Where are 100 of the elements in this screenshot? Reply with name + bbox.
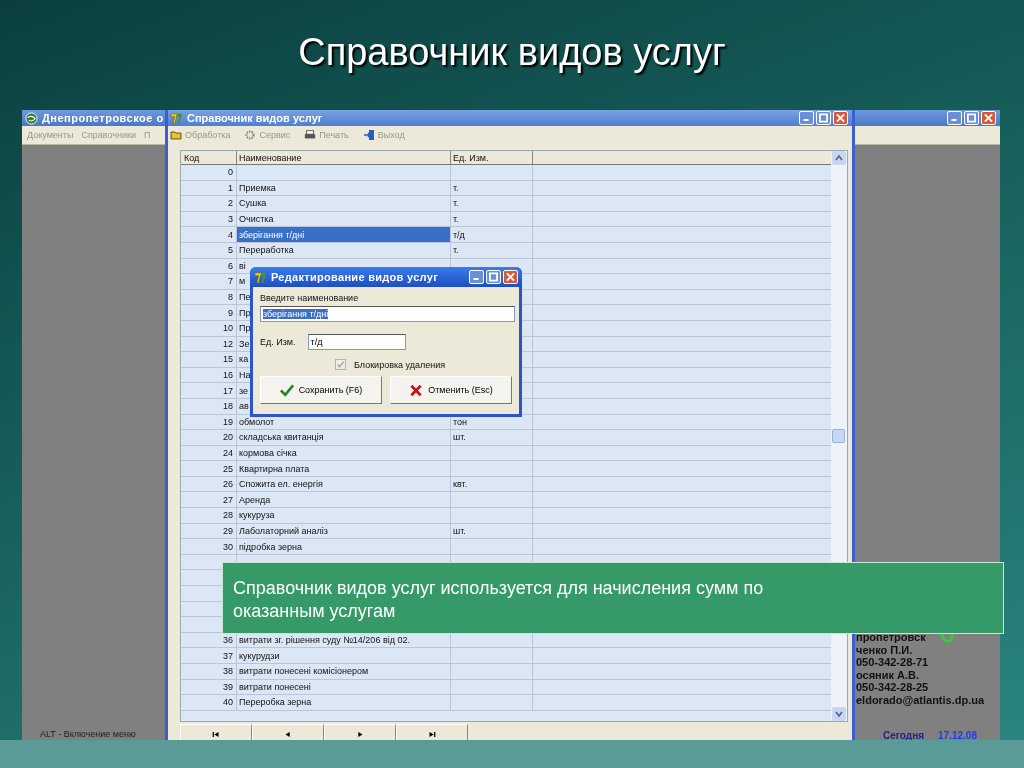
minimize-button[interactable] [799,111,814,125]
close-button[interactable] [981,111,996,125]
table-cell: 25 [181,461,237,476]
table-cell: 18 [181,398,237,414]
table-cell: т. [451,211,533,227]
slide-title: Справочник видов услуг [297,29,727,75]
table-cell[interactable]: Переработка [237,242,451,258]
table-cell[interactable]: Приемка [237,180,451,196]
contact-line: осяник А.В. [856,668,920,681]
column-header[interactable]: Наименование [237,151,451,164]
previous-button[interactable] [252,724,324,740]
table-cell[interactable]: Спожита ел. енергія [237,476,451,492]
table-cell: 40 [181,695,237,710]
skip-end-icon [427,729,437,739]
cross-icon [409,383,424,397]
table-cell[interactable]: Переробка зерна [237,695,451,710]
table-cell: 27 [181,492,237,508]
table-cell: 12 [181,336,237,352]
table-cell[interactable]: підробка зерна [237,539,451,554]
scroll-down-icon[interactable] [832,707,846,721]
minimize-icon [473,278,479,280]
table-cell[interactable]: кукуруза [237,508,451,523]
window-title: Справочник видов услуг [187,112,323,124]
folder-icon [170,129,182,141]
table-cell: 20 [181,430,237,445]
table-cell: т. [451,242,533,258]
gear-icon [244,129,257,141]
save-button[interactable]: Сохранить (F6) [260,376,382,404]
table-cell: шт. [451,523,533,539]
minimize-button[interactable] [947,111,962,125]
minimize-icon [951,119,957,121]
table-cell: 24 [181,445,237,461]
table-cell: квт. [451,476,533,492]
table-cell: 1 [181,180,237,196]
window-title: Днепропетровское о [42,112,164,124]
table-cell: 17 [181,383,237,398]
table-cell[interactable]: витрати понесені [237,679,451,695]
maximize-button[interactable] [816,111,831,125]
table-cell: 38 [181,664,237,679]
table-cell: 37 [181,648,237,663]
field-label: Ед. Изм. [260,337,296,347]
table-cell[interactable]: витрати понесені комісіонером [237,664,451,679]
table-cell[interactable]: кормова січка [237,445,451,461]
table-cell: 26 [181,476,237,492]
table-cell: т. [451,180,533,196]
skip-start-icon [211,729,221,739]
field-label: Введите наименование [260,293,360,303]
table-cell[interactable]: Очистка [237,211,451,227]
name-field[interactable]: зберігання т/дні [260,306,515,322]
table-cell: шт. [451,430,533,445]
unit-field[interactable]: т/д [307,334,406,350]
table-cell[interactable]: Лаболаторний аналіз [237,523,451,539]
right-triangle-icon [355,729,365,739]
table-cell: 10 [181,320,237,336]
table-cell: т. [451,196,533,211]
column-header[interactable]: Ед. Изм. [451,151,533,164]
maximize-button[interactable] [486,270,501,284]
callout-text: Справочник видов услуг используется для начисления сумм по оказанным услугам [233,577,765,623]
next-button[interactable] [324,724,396,740]
last-record-button[interactable] [396,724,468,740]
close-button[interactable] [503,270,518,284]
contact-line: eldorado@atlantis.dp.ua [856,693,985,706]
table-cell[interactable]: Аренда [237,492,451,508]
today-date: 17.12.08 [938,730,977,740]
table-cell: 30 [181,539,237,554]
table-cell: 0 [181,165,237,180]
scroll-up-icon[interactable] [832,151,846,165]
cancel-button[interactable]: Отменить (Esc) [390,376,512,404]
table-cell[interactable]: Сушка [237,196,451,211]
app-icon [254,270,267,284]
table-cell: 39 [181,679,237,695]
contact-line: пропетровск [856,631,926,644]
table-cell: 29 [181,523,237,539]
table-cell: 16 [181,367,237,383]
column-header[interactable]: Код [181,151,237,164]
hint-text: ALT - Включение меню [40,729,136,739]
table-cell: 5 [181,242,237,258]
table-cell[interactable]: кукурудзи [237,648,451,663]
table-cell[interactable]: складська квитанція [237,430,451,445]
table-cell: 8 [181,289,237,305]
first-record-button[interactable] [180,724,252,740]
app-icon [170,111,183,125]
table-cell[interactable]: Квартирна плата [237,461,451,476]
table-cell: 15 [181,352,237,367]
contact-line: ченко П.И. [856,643,913,656]
minimize-button[interactable] [469,270,484,284]
table-cell: 3 [181,211,237,227]
table-cell: 28 [181,508,237,523]
check-icon [279,383,294,397]
contact-line: 050-342-28-71 [856,656,929,669]
minimize-icon [803,119,809,121]
dialog-title: Редактирование видов услуг [271,271,439,283]
scroll-thumb[interactable] [832,429,845,443]
left-triangle-icon [283,729,293,739]
table-cell: 6 [181,258,237,274]
close-button[interactable] [833,111,848,125]
table-cell: 7 [181,274,237,289]
table-cell[interactable]: зберігання т/дні [237,227,451,242]
maximize-button[interactable] [964,111,979,125]
globe-icon [25,111,38,125]
